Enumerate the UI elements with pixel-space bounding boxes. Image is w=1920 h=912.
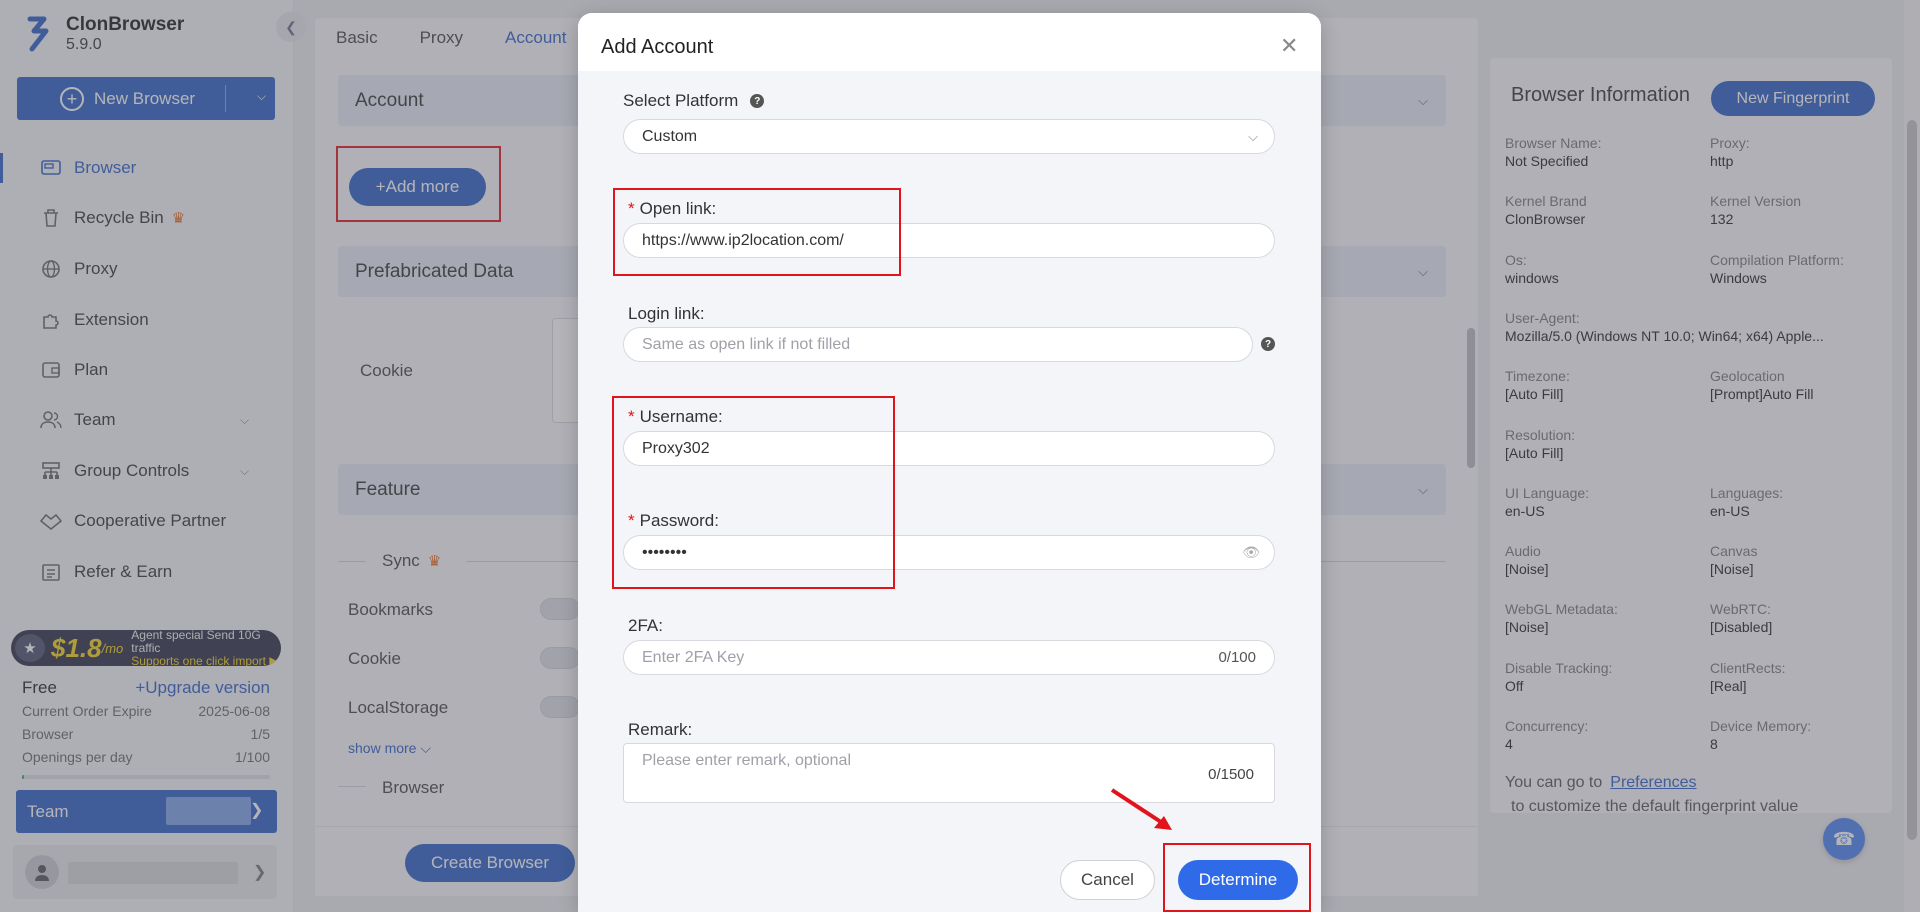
twofa-label: 2FA:	[628, 616, 663, 635]
platform-select-value: Custom	[642, 127, 698, 145]
annotation-arrow-icon	[1110, 788, 1172, 830]
platform-label: Select Platform	[623, 91, 739, 110]
help-icon[interactable]: ?	[750, 94, 765, 108]
username-input[interactable]: Proxy302	[623, 431, 1275, 466]
remark-placeholder: Please enter remark, optional	[642, 752, 851, 769]
chevron-down-icon: ⌵	[1248, 128, 1258, 144]
help-icon[interactable]: ?	[1261, 337, 1275, 351]
open-link-label: * Open link:	[628, 199, 717, 218]
twofa-char-count: 0/100	[1218, 649, 1256, 666]
password-input[interactable]: •••••••• 👁	[623, 535, 1275, 570]
platform-field-label: Select Platform ?	[623, 91, 765, 111]
login-link-label: Login link:	[628, 304, 705, 323]
cancel-button[interactable]: Cancel	[1060, 860, 1155, 900]
username-label: * Username:	[628, 407, 723, 426]
remark-label: Remark:	[628, 720, 693, 739]
twofa-input[interactable]: Enter 2FA Key 0/100	[623, 640, 1275, 675]
determine-button[interactable]: Determine	[1178, 860, 1298, 900]
open-link-input[interactable]: https://www.ip2location.com/	[623, 223, 1275, 258]
modal-title: Add Account	[601, 36, 714, 58]
close-icon[interactable]: ✕	[1280, 33, 1298, 59]
remark-char-count: 0/1500	[1208, 766, 1254, 783]
password-label: * Password:	[628, 511, 719, 530]
password-value: ••••••••	[642, 543, 687, 561]
open-link-label-text: Open link:	[639, 199, 717, 218]
password-label-text: Password:	[639, 511, 719, 530]
remark-textarea[interactable]: Please enter remark, optional 0/1500	[623, 743, 1275, 803]
platform-select[interactable]: Custom ⌵	[623, 119, 1275, 154]
eye-icon[interactable]: 👁	[1242, 544, 1260, 561]
twofa-placeholder: Enter 2FA Key	[642, 648, 745, 666]
login-link-input[interactable]: Same as open link if not filled	[623, 327, 1253, 362]
username-label-text: Username:	[639, 407, 723, 426]
